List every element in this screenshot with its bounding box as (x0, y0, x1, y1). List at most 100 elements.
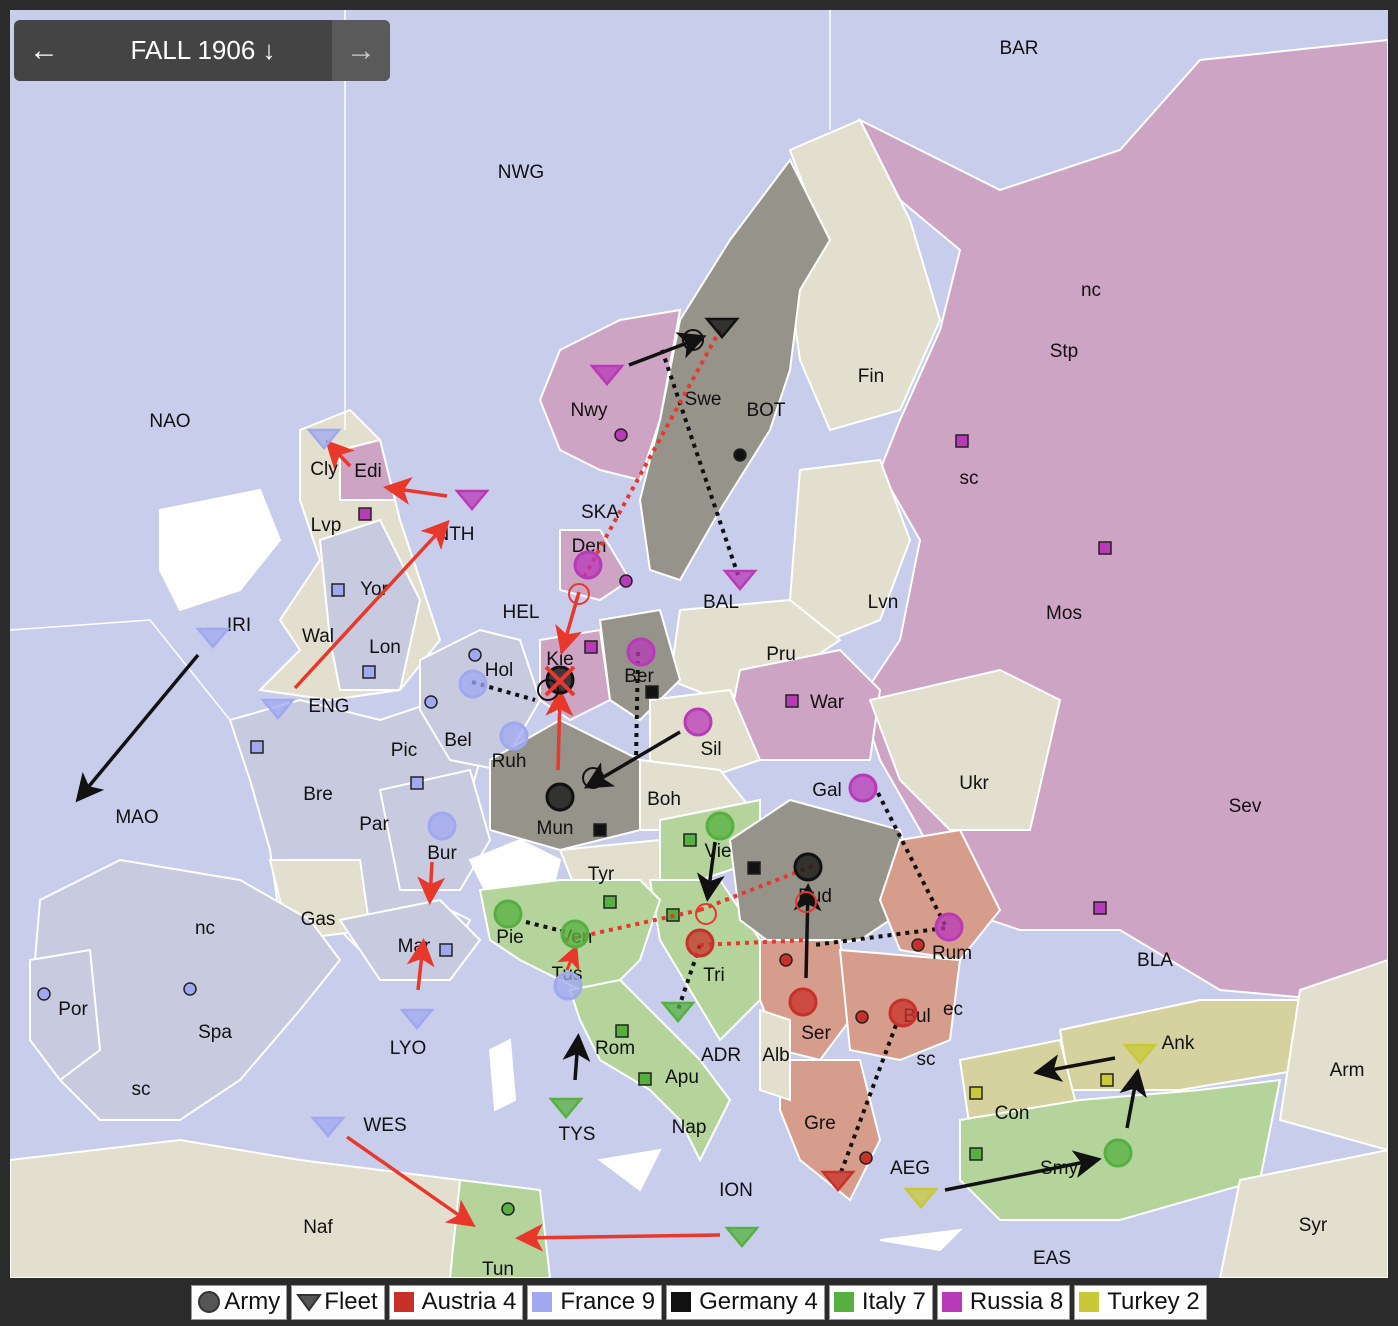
province-label[interactable]: Lvn (868, 592, 899, 613)
province-label[interactable]: Cly (310, 459, 338, 480)
province-label[interactable]: Sil (700, 739, 721, 760)
province-label[interactable]: ADR (701, 1045, 741, 1066)
army-unit[interactable] (499, 721, 529, 751)
province-label[interactable]: Lvp (311, 515, 342, 536)
map-canvas[interactable]: BARNWGncStpFinNAOSweNwy BOTscCly EdiSKANTH… (10, 10, 1388, 1278)
army-unit[interactable] (573, 550, 603, 580)
diplomacy-map[interactable]: BAR NWG nc Stp Fin NAO Swe Nwy BOT sc Cly Edi SKA NTH… (10, 10, 1388, 1278)
province-label[interactable]: Rum (932, 943, 972, 964)
province-label[interactable]: Syr (1299, 1215, 1328, 1236)
army-unit[interactable] (888, 998, 918, 1028)
province-label[interactable]: LYO (390, 1038, 427, 1059)
province-label[interactable]: HEL (503, 602, 540, 623)
province-label[interactable]: Mar (398, 936, 431, 957)
army-unit[interactable] (793, 852, 823, 882)
province-label[interactable]: BOT (746, 400, 785, 421)
army-unit[interactable] (560, 919, 590, 949)
province-label[interactable]: Gas (301, 909, 336, 930)
army-unit[interactable] (427, 811, 457, 841)
army-unit[interactable] (848, 773, 878, 803)
province-label[interactable]: Edi (354, 461, 381, 482)
province-label[interactable]: BAR (999, 38, 1038, 59)
province-label[interactable]: Apu (665, 1067, 699, 1088)
province-label[interactable]: ION (719, 1180, 753, 1201)
province-label[interactable]: NWG (498, 162, 544, 183)
province-label[interactable]: Por (58, 999, 88, 1020)
province-label[interactable]: MAO (115, 807, 158, 828)
province-label[interactable]: AEG (890, 1158, 930, 1179)
army-unit[interactable] (458, 669, 488, 699)
province-label[interactable]: Par (359, 814, 389, 835)
center-dot (37, 987, 51, 1001)
province-label[interactable]: Tun (482, 1259, 514, 1278)
province-label[interactable]: Ukr (959, 773, 989, 794)
province-label[interactable]: sc (960, 468, 979, 489)
province-label[interactable]: TYS (559, 1124, 596, 1145)
legend-item-austria: Austria 4 (388, 1284, 524, 1320)
province-label[interactable]: WES (363, 1115, 406, 1136)
legend-label: Fleet (324, 1288, 378, 1315)
province-label[interactable]: Mos (1046, 603, 1082, 624)
province-label[interactable]: Stp (1050, 341, 1079, 362)
province-label[interactable]: Gal (812, 780, 842, 801)
province-label[interactable]: Nap (672, 1117, 707, 1138)
color-swatch (393, 1292, 414, 1312)
province-label[interactable]: Ank (1162, 1033, 1195, 1054)
army-unit[interactable] (545, 782, 575, 812)
province-label[interactable]: Lon (369, 637, 401, 658)
province-label[interactable]: Tri (703, 965, 724, 986)
province-label[interactable]: Ber (624, 666, 654, 687)
province-label[interactable]: Wal (302, 626, 334, 647)
army-unit[interactable] (934, 912, 964, 942)
province-label[interactable]: NAO (149, 411, 190, 432)
province-label[interactable]: Ruh (492, 751, 527, 772)
province-label[interactable]: Con (995, 1103, 1030, 1124)
province-label[interactable]: Bre (303, 784, 333, 805)
province-label[interactable]: ec (943, 999, 963, 1020)
province-label[interactable]: Naf (303, 1217, 333, 1238)
province-label[interactable]: Pic (391, 740, 417, 761)
army-unit[interactable] (626, 637, 656, 667)
province-label[interactable]: Alb (762, 1045, 789, 1066)
army-unit[interactable] (683, 707, 713, 737)
province-label[interactable]: Sev (1229, 796, 1262, 817)
army-unit[interactable] (493, 899, 523, 929)
phase-label[interactable]: FALL 1906 ↓ (74, 20, 332, 81)
province-label[interactable]: sc (132, 1079, 151, 1100)
province-label[interactable]: Pie (496, 927, 523, 948)
province-label[interactable]: Fin (858, 366, 884, 387)
army-unit[interactable] (685, 928, 715, 958)
province-label[interactable]: Spa (198, 1022, 232, 1043)
province-label[interactable]: EAS (1033, 1248, 1071, 1269)
province-label[interactable]: BAL (703, 592, 739, 613)
next-phase-button[interactable]: → (332, 20, 390, 81)
province-label[interactable]: Gre (804, 1113, 836, 1134)
province-label[interactable]: Pru (766, 644, 796, 665)
province-label[interactable]: sc (917, 1049, 936, 1070)
province-label[interactable]: IRI (227, 615, 251, 636)
supply-center (747, 861, 761, 875)
province-label[interactable]: Nwy (571, 400, 608, 421)
army-unit[interactable] (1103, 1138, 1133, 1168)
province-label[interactable]: Vie (704, 841, 731, 862)
army-unit[interactable] (553, 971, 583, 1001)
previous-phase-button[interactable]: ← (14, 20, 74, 81)
province-label[interactable]: nc (1081, 280, 1101, 301)
province-label[interactable]: Mun (537, 818, 574, 839)
army-unit[interactable] (705, 811, 735, 841)
army-unit[interactable] (788, 987, 818, 1017)
province-label[interactable]: Swe (685, 389, 722, 410)
province-label[interactable]: Bel (444, 730, 471, 751)
province-label[interactable]: BLA (1137, 950, 1173, 971)
province-label[interactable]: Rom (595, 1038, 635, 1059)
province-label[interactable]: Tyr (588, 864, 615, 885)
province-label[interactable]: War (810, 692, 845, 713)
province-label[interactable]: Bur (427, 843, 457, 864)
province-label[interactable]: Arm (1330, 1060, 1365, 1081)
province-label[interactable]: Ser (801, 1023, 831, 1044)
province-label[interactable]: nc (195, 918, 215, 939)
province-label[interactable]: Boh (647, 789, 681, 810)
province-label[interactable]: Hol (485, 660, 514, 681)
province-label[interactable]: ENG (308, 696, 349, 717)
legend-label: Russia 8 (969, 1288, 1064, 1315)
